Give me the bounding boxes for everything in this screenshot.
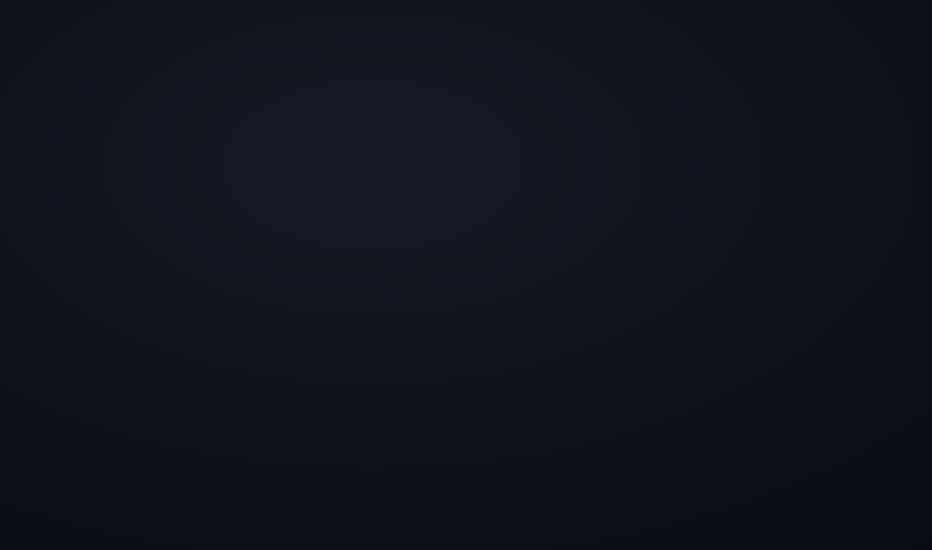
trading-chart-app (0, 0, 932, 550)
chart-canvas[interactable] (0, 0, 932, 550)
